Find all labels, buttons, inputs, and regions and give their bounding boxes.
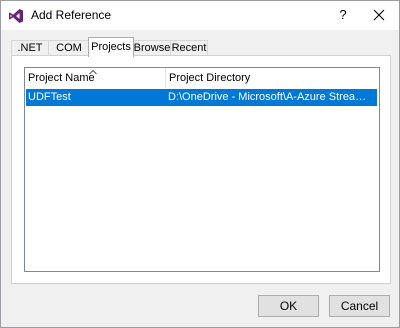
add-reference-dialog: Add Reference ? .NET COM Projects Browse…: [0, 0, 400, 328]
tab-recent[interactable]: Recent: [170, 40, 208, 56]
project-directory-cell: D:\OneDrive - Microsoft\A-Azure Stream A…: [168, 91, 375, 103]
column-header-project-directory[interactable]: Project Directory: [166, 68, 379, 88]
column-header-label: Project Name: [28, 72, 95, 84]
project-list[interactable]: Project Name Project Directory UDFTest D…: [24, 67, 380, 272]
column-header-project-name[interactable]: Project Name: [25, 68, 166, 88]
dialog-title: Add Reference: [31, 8, 112, 22]
sort-ascending-icon: [89, 62, 97, 75]
column-header-label: Project Directory: [169, 72, 251, 84]
tab-projects[interactable]: Projects: [88, 37, 134, 57]
list-item[interactable]: UDFTest D:\OneDrive - Microsoft\A-Azure …: [26, 89, 377, 106]
project-name-cell: UDFTest: [28, 91, 71, 103]
cancel-button[interactable]: Cancel: [329, 295, 390, 317]
tab-com[interactable]: COM: [48, 40, 90, 56]
title-bar: Add Reference ?: [1, 1, 399, 30]
close-icon[interactable]: [367, 5, 391, 25]
tab-dotnet[interactable]: .NET: [11, 40, 49, 56]
list-header: Project Name Project Directory: [25, 68, 379, 88]
visual-studio-icon: [8, 8, 24, 24]
ok-button[interactable]: OK: [258, 295, 319, 317]
help-button[interactable]: ?: [331, 5, 355, 25]
projects-tab-panel: Project Name Project Directory UDFTest D…: [11, 55, 391, 284]
tab-browse[interactable]: Browse: [132, 40, 172, 56]
